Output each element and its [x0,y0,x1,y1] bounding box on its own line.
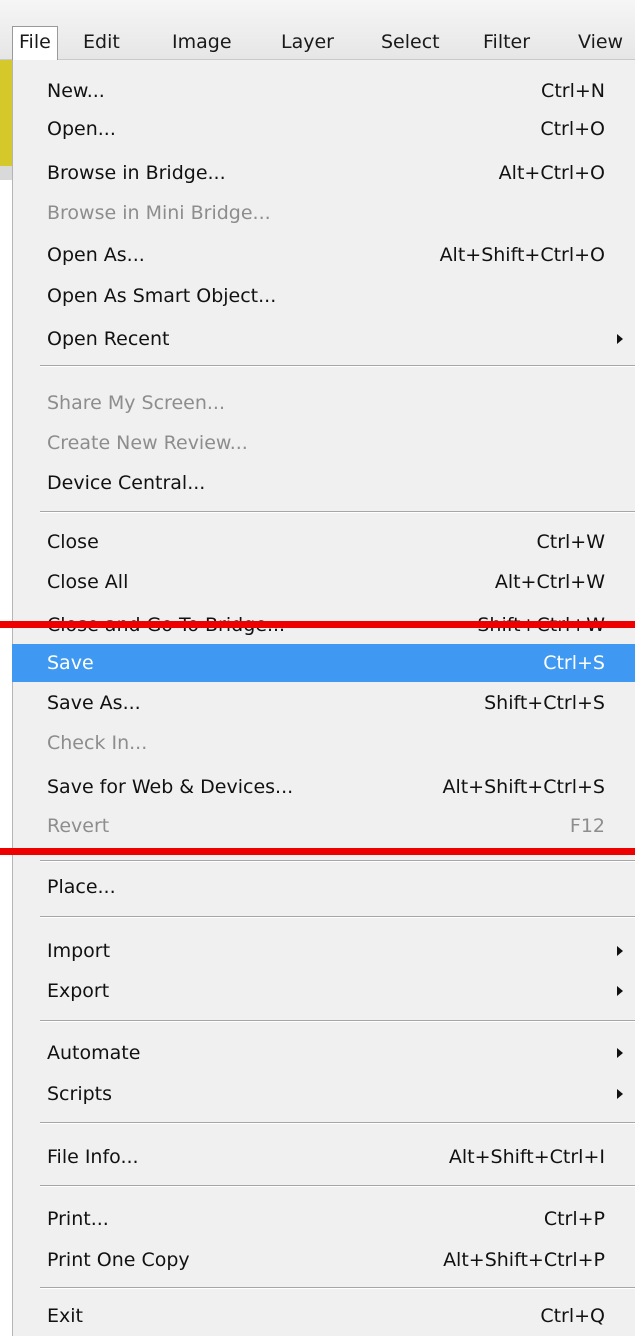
menu-item-print[interactable]: Print... Ctrl+P [12,1200,635,1238]
menu-item-print-one-copy[interactable]: Print One Copy Alt+Shift+Ctrl+P [12,1241,635,1279]
menu-separator [40,1287,635,1289]
menu-item-exit[interactable]: Exit Ctrl+Q [12,1297,635,1335]
menu-item-close[interactable]: Close Ctrl+W [12,523,635,561]
menu-item-label: File Info... [47,1146,139,1168]
menu-item-revert: Revert F12 [12,807,635,845]
menu-item-shortcut: Alt+Ctrl+W [494,571,605,593]
menu-item-label: Exit [47,1305,83,1327]
menu-item-shortcut: Ctrl+S [543,652,605,674]
menu-item-shortcut: Ctrl+Q [540,1305,605,1327]
menu-item-create-new-review: Create New Review... [12,424,635,462]
menu-item-label: Browse in Mini Bridge... [47,202,271,224]
menu-item-label: Open As... [47,244,145,266]
menu-item-export[interactable]: Export [12,972,635,1010]
screenshot-root: File Edit Image Layer Select Filter View… [0,0,635,1336]
menu-item-label: Close All [47,571,129,593]
menu-item-shortcut: Ctrl+O [540,118,605,140]
menu-item-open[interactable]: Open... Ctrl+O [12,110,635,148]
menu-item-share-my-screen: Share My Screen... [12,384,635,422]
menu-item-shortcut: Ctrl+W [536,531,605,553]
menu-item-save-as[interactable]: Save As... Shift+Ctrl+S [12,684,635,722]
menu-item-shortcut: Ctrl+P [543,1208,605,1230]
menu-item-import[interactable]: Import [12,932,635,970]
menu-item-label: Close [47,531,99,553]
menu-item-shortcut: Alt+Shift+Ctrl+P [443,1249,605,1271]
menu-item-automate[interactable]: Automate [12,1034,635,1072]
menu-item-label: Open... [47,118,116,140]
red-annotation-line-top [0,621,635,628]
menu-item-shortcut: Ctrl+N [541,80,605,102]
background-yellow-strip [0,60,12,166]
submenu-arrow-icon [617,334,623,344]
menu-item-place[interactable]: Place... [12,868,635,906]
menu-item-check-in: Check In... [12,724,635,762]
menu-item-label: Create New Review... [47,432,248,454]
menu-item-shortcut: F12 [569,815,605,837]
menu-item-label: Export [47,980,110,1002]
menu-item-shortcut: Alt+Ctrl+O [498,162,605,184]
menu-item-scripts[interactable]: Scripts [12,1075,635,1113]
menu-item-file-info[interactable]: File Info... Alt+Shift+Ctrl+I [12,1138,635,1176]
menu-item-label: Import [47,940,111,962]
menu-item-open-recent[interactable]: Open Recent [12,320,635,358]
submenu-arrow-icon [617,986,623,996]
menu-item-new[interactable]: New... Ctrl+N [12,72,635,110]
menu-item-browse-in-bridge[interactable]: Browse in Bridge... Alt+Ctrl+O [12,154,635,192]
menu-bar: File Edit Image Layer Select Filter View [0,0,635,60]
menubar-filter[interactable]: Filter [483,27,530,57]
menu-separator [40,365,635,367]
menubar-layer[interactable]: Layer [281,27,334,57]
menu-item-label: Save for Web & Devices... [47,776,294,798]
background-gray-strip [0,166,12,180]
menu-item-open-as[interactable]: Open As... Alt+Shift+Ctrl+O [12,236,635,274]
menu-item-label: Print... [47,1208,109,1230]
red-annotation-line-bottom [0,848,635,855]
menu-separator [40,1185,635,1187]
menu-separator [40,1020,635,1022]
menu-item-label: Check In... [47,732,148,754]
menu-item-shortcut: Shift+Ctrl+S [484,692,605,714]
menubar-file[interactable]: File [12,26,58,60]
menu-item-shortcut: Alt+Shift+Ctrl+S [442,776,605,798]
menu-item-close-all[interactable]: Close All Alt+Ctrl+W [12,563,635,601]
menu-item-label: Place... [47,876,116,898]
menu-item-label: Print One Copy [47,1249,190,1271]
menu-item-label: Save [47,652,94,674]
menubar-image[interactable]: Image [172,27,232,57]
menu-item-label: Open Recent [47,328,170,350]
menu-item-label: Browse in Bridge... [47,162,226,184]
menu-item-label: Open As Smart Object... [47,285,277,307]
submenu-arrow-icon [617,1048,623,1058]
menu-item-open-as-smart-object[interactable]: Open As Smart Object... [12,277,635,315]
menu-item-label: Automate [47,1042,141,1064]
menu-item-shortcut: Alt+Shift+Ctrl+O [439,244,605,266]
menu-item-save[interactable]: Save Ctrl+S [12,644,635,682]
menu-item-label: Scripts [47,1083,113,1105]
menu-item-label: New... [47,80,105,102]
submenu-arrow-icon [617,1089,623,1099]
menu-item-label: Share My Screen... [47,392,225,414]
menubar-edit[interactable]: Edit [83,27,120,57]
menu-item-label: Device Central... [47,472,206,494]
menu-item-device-central[interactable]: Device Central... [12,464,635,502]
menu-separator [40,916,635,918]
menubar-view[interactable]: View [578,27,623,57]
menu-item-browse-in-mini-bridge: Browse in Mini Bridge... [12,194,635,232]
menu-separator [40,511,635,513]
menu-item-shortcut: Alt+Shift+Ctrl+I [448,1146,605,1168]
menubar-select[interactable]: Select [381,27,440,57]
menu-item-save-for-web[interactable]: Save for Web & Devices... Alt+Shift+Ctrl… [12,768,635,806]
menu-separator [40,1122,635,1124]
menu-item-label: Save As... [47,692,141,714]
menu-separator [40,860,635,862]
menu-item-label: Revert [47,815,110,837]
submenu-arrow-icon [617,946,623,956]
